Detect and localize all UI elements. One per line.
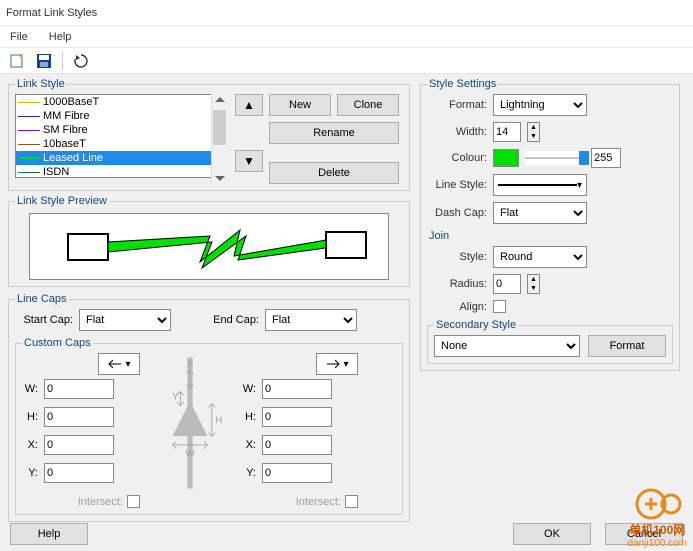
end-y-input[interactable] [262,463,332,483]
linestyle-select[interactable]: ▾ [493,174,587,196]
start-intersect-label: Intersect: [78,496,123,508]
refresh-icon[interactable] [73,53,89,69]
link-style-legend: Link Style [15,78,67,90]
linestyle-label: Line Style: [427,179,487,191]
list-scrollbar[interactable] [211,94,227,178]
dashcap-label: Dash Cap: [427,207,487,219]
preview-legend: Link Style Preview [15,195,109,207]
align-check[interactable] [493,300,506,313]
radius-label: Radius: [427,278,487,290]
end-w-input[interactable] [262,379,332,399]
custom-caps-group: Custom Caps ▾ W: H: X: Y: Intersect: [15,337,403,515]
clone-button[interactable]: Clone [337,94,399,116]
start-w-input[interactable] [44,379,114,399]
rename-button[interactable]: Rename [269,122,399,144]
join-legend: Join [429,230,673,242]
colour-swatch[interactable] [493,149,519,167]
list-item: MM Fibre [16,109,226,123]
start-y-input[interactable] [44,463,114,483]
alpha-input[interactable] [591,148,621,168]
width-spin-up[interactable]: ▲ [528,123,539,132]
menubar: File Help [0,26,693,48]
secondary-style-group: Secondary Style None Format [427,319,673,364]
end-arrow-style[interactable]: ▾ [316,353,358,375]
format-label: Format: [427,99,487,111]
width-input[interactable] [493,122,521,142]
menu-help[interactable]: Help [49,31,72,43]
end-x-input[interactable] [262,435,332,455]
list-item-selected: Leased Line [16,151,226,165]
style-settings-group: Style Settings Format: Lightning Width: … [420,78,680,371]
end-intersect-check[interactable] [345,495,358,508]
line-caps-group: Line Caps Start Cap: Flat End Cap: Flat … [8,293,410,522]
end-cap-label: End Cap: [201,314,259,326]
svg-text:X: X [187,359,194,370]
alpha-slider[interactable] [525,151,585,165]
format-select[interactable]: Lightning [493,94,587,116]
svg-text:H: H [215,415,222,426]
radius-spin-down[interactable]: ▼ [528,284,539,293]
toolbar-separator [62,52,63,70]
list-item: 10baseT [16,137,226,151]
radius-spin-up[interactable]: ▲ [528,275,539,284]
colour-label: Colour: [427,152,487,164]
new-style-icon[interactable] [10,53,26,69]
custom-caps-legend: Custom Caps [22,337,93,349]
window-title: Format Link Styles [0,0,693,26]
cancel-button[interactable]: Cancel [605,523,683,545]
radius-input[interactable] [493,274,521,294]
ok-button[interactable]: OK [513,523,591,545]
caps-diagram: X Y H W [144,353,236,508]
join-style-label: Style: [427,251,487,263]
list-item: ISDN [16,165,226,178]
start-h-input[interactable] [44,407,114,427]
svg-text:Y: Y [172,391,179,402]
line-caps-legend: Line Caps [15,293,69,305]
end-intersect-label: Intersect: [296,496,341,508]
secondary-format-button[interactable]: Format [588,335,666,357]
start-intersect-check[interactable] [127,495,140,508]
list-item: 1000BaseT [16,95,226,109]
svg-text:W: W [185,448,195,459]
help-button[interactable]: Help [10,523,88,545]
link-style-group: Link Style 1000BaseT MM Fibre SM Fibre 1… [8,78,410,191]
secondary-legend: Secondary Style [434,319,518,331]
end-cap-select[interactable]: Flat [265,309,357,331]
move-up-button[interactable]: ▲ [235,94,263,116]
new-button[interactable]: New [269,94,331,116]
start-cap-select[interactable]: Flat [79,309,171,331]
list-item: SM Fibre [16,123,226,137]
move-down-button[interactable]: ▼ [235,150,263,172]
start-cap-label: Start Cap: [15,314,73,326]
secondary-select[interactable]: None [434,335,580,357]
save-icon[interactable] [36,53,52,69]
width-spin-down[interactable]: ▼ [528,132,539,141]
align-label: Align: [427,301,487,313]
link-style-list[interactable]: 1000BaseT MM Fibre SM Fibre 10baseT Leas… [15,94,227,178]
toolbar [0,48,693,74]
join-style-select[interactable]: Round [493,246,587,268]
start-arrow-style[interactable]: ▾ [98,353,140,375]
style-settings-legend: Style Settings [427,78,498,90]
menu-file[interactable]: File [10,31,28,43]
delete-button[interactable]: Delete [269,162,399,184]
dashcap-select[interactable]: Flat [493,202,587,224]
end-h-input[interactable] [262,407,332,427]
width-label: Width: [427,126,487,138]
preview-group: Link Style Preview [8,195,410,287]
start-x-input[interactable] [44,435,114,455]
link-preview [29,213,389,280]
